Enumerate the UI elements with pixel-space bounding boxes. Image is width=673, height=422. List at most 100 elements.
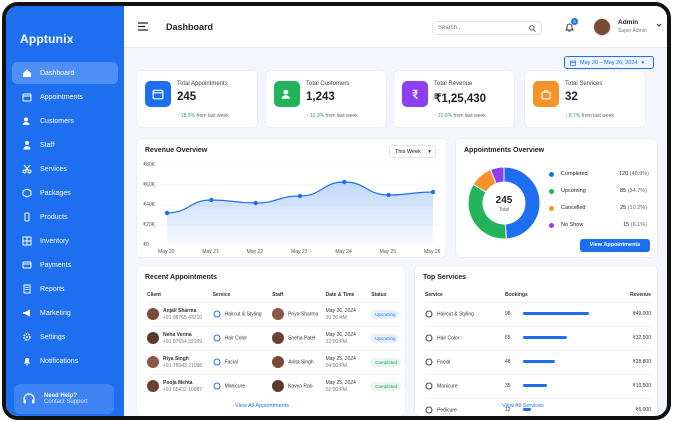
client-info: Riya Singh +91 76543 21098: [163, 356, 202, 369]
date-range-picker[interactable]: May 20 – May 26, 2024 ▾: [564, 56, 654, 69]
top-services-title: Top Services: [423, 274, 467, 281]
view-appointments-button[interactable]: View Appointments: [580, 239, 650, 252]
period-select[interactable]: This Week ▾: [389, 145, 436, 158]
sidebar-item-notifications[interactable]: Notifications: [12, 350, 118, 372]
bag-icon: [541, 89, 551, 100]
legend-dot: [549, 189, 554, 194]
sidebar-item-label: Products: [40, 213, 68, 221]
calendar-icon: [152, 89, 164, 100]
bookings-count: 65: [505, 335, 511, 341]
user-avatar[interactable]: [593, 18, 611, 36]
revenue-point[interactable]: [164, 210, 170, 216]
view-all-services-link[interactable]: View All Services: [502, 403, 544, 409]
stat-card: Total Customers 1,243 ↑ 12.3% from last we…: [265, 70, 387, 128]
help-card[interactable]: Need Help? Contact Support: [14, 384, 114, 414]
table-header-row: Client Service Staff Date & Time Status: [147, 288, 401, 302]
client-avatar: [147, 356, 159, 368]
datetime-cell: May 26, 2024 12:00 PM: [325, 325, 372, 350]
client-avatar: [147, 332, 159, 344]
search-icon[interactable]: [529, 25, 536, 32]
sidebar-item-reports[interactable]: Reports: [12, 278, 118, 300]
card-icon: [22, 261, 32, 269]
app-window: Apptunix Dashboard Appointments Customers S…: [2, 2, 671, 420]
scissors-icon: [425, 310, 433, 318]
appointment-date: May 25, 2024: [325, 379, 356, 386]
x-tick-label: May 22: [246, 249, 264, 255]
hair-color-icon: [425, 334, 433, 342]
table-row[interactable]: Manicure 35 ₹10,500: [425, 373, 651, 398]
bell-icon: [24, 358, 30, 366]
legend-paren: ): [645, 188, 647, 194]
bookings-count: 48: [505, 359, 511, 365]
sidebar-item-appointments[interactable]: Appointments: [12, 86, 118, 108]
top-services-card: Top Services Service Bookings Revenue Hairc…: [414, 265, 658, 416]
stat-change: ↑ 12.3% from last week: [306, 113, 358, 119]
client-wrap: Neha Verma +91 87654 32109: [147, 332, 213, 345]
bookings-count: 35: [505, 383, 511, 389]
table-row[interactable]: Haircut & Styling 98 ₹49,000: [425, 301, 651, 326]
table-row[interactable]: Neha Verma +91 87654 32109 Hair Color Sneha…: [147, 325, 401, 350]
stat-card: Total Services 32 ↑ 8.7% from last week: [524, 70, 646, 128]
table-row[interactable]: Hair Color 65 ₹32,500: [425, 325, 651, 350]
view-all-appointments-link[interactable]: View All Appointments: [235, 403, 289, 409]
legend-item: No Show 15 (6.1%): [549, 221, 649, 231]
chevron-down-icon[interactable]: [656, 22, 662, 28]
table-row[interactable]: Pooja Mehta +91 65432 10987 Manicure Kavya …: [147, 373, 401, 398]
sidebar-item-staff[interactable]: Staff: [12, 134, 118, 156]
service-name: Facial: [224, 359, 238, 366]
revenue-point[interactable]: [430, 189, 436, 195]
column-header: Service: [212, 291, 231, 298]
search-box: [432, 21, 542, 35]
menu-icon[interactable]: [138, 22, 148, 31]
service-name: Hair Color: [437, 335, 460, 342]
product-icon: [24, 212, 30, 222]
x-tick-label: May 25: [379, 249, 397, 255]
bookings-count: 98: [505, 311, 511, 317]
users-icon: [22, 117, 30, 125]
stat-change-percent: 22.6%: [437, 113, 453, 119]
table-header-row: Service Bookings Revenue: [425, 288, 651, 302]
bookings-cell: 65: [505, 325, 595, 350]
sidebar-item-services[interactable]: Services: [12, 158, 118, 180]
sidebar-item-settings[interactable]: Settings: [12, 326, 118, 348]
table-row[interactable]: Riya Singh +91 76543 21098 Facial Anita Sin…: [147, 349, 401, 374]
sidebar-item-packages[interactable]: Packages: [12, 182, 118, 204]
hair-color-icon: [213, 334, 221, 342]
table-row[interactable]: Anjali Sharma +91 98765 43210 Haircut & St…: [147, 301, 401, 326]
service-revenue: ₹49,000: [632, 311, 651, 317]
appointment-time: 10:30 AM: [325, 314, 347, 321]
page-title: Dashboard: [166, 22, 214, 32]
revenue-cell: ₹32,500: [595, 325, 651, 350]
table-row[interactable]: Pedicure 12 ₹6,000: [425, 397, 651, 416]
datetime-cell: May 25, 2024 02:00 PM: [325, 373, 372, 398]
sidebar-item-customers[interactable]: Customers: [12, 110, 118, 132]
bookings-cell: 98: [505, 301, 595, 326]
sidebar-item-products[interactable]: Products: [12, 206, 118, 228]
sidebar-item-inventory[interactable]: Inventory: [12, 230, 118, 252]
table-row[interactable]: Facial 48 ₹28,800: [425, 349, 651, 374]
stat-value: ₹1,25,430: [434, 93, 487, 105]
search-input[interactable]: [438, 25, 528, 31]
period-label: This Week: [395, 149, 421, 155]
stat-change-percent: 18.5%: [180, 113, 196, 119]
stat-change: ↑ 18.5% from last week: [177, 113, 229, 119]
revenue-point[interactable]: [297, 193, 303, 199]
revenue-point[interactable]: [342, 179, 347, 185]
legend-item: Cancelled 25 (10.2%): [549, 204, 649, 214]
revenue-point[interactable]: [209, 197, 214, 203]
status-badge: Completed: [371, 381, 401, 391]
sidebar-item-payments[interactable]: Payments: [12, 254, 118, 276]
sidebar-item-marketing[interactable]: Marketing: [12, 302, 118, 324]
sidebar-nav: Dashboard Appointments Customers Staff Servi…: [12, 62, 118, 374]
service-revenue: ₹28,800: [632, 359, 651, 365]
bookings-bar: [523, 336, 567, 340]
sidebar-item-label: Marketing: [40, 309, 71, 317]
legend-dot: [549, 206, 554, 211]
calendar-icon: [22, 93, 32, 102]
revenue-point[interactable]: [386, 192, 391, 198]
service-name: Hair Color: [224, 335, 248, 342]
revenue-card: Revenue Overview This Week ▾ ₹80K ₹60K ₹40K…: [136, 138, 447, 258]
bookings-bar: [523, 384, 547, 388]
revenue-point[interactable]: [253, 200, 258, 206]
sidebar-item-dashboard[interactable]: Dashboard: [12, 62, 118, 84]
